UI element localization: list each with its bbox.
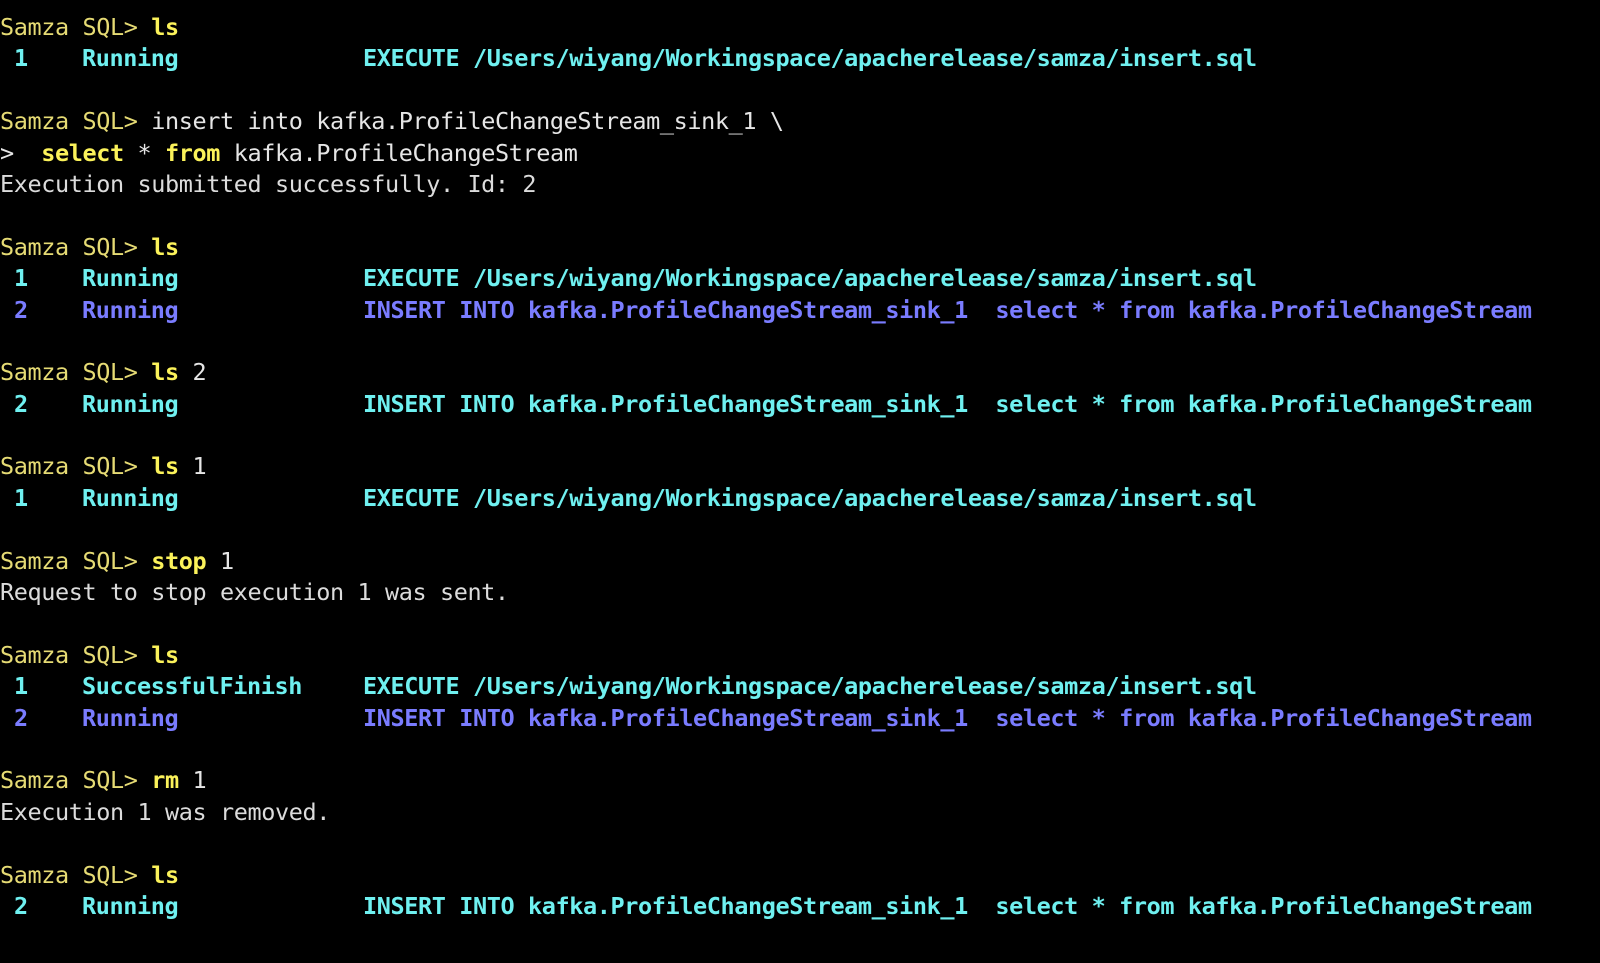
execution-row: 2 Running INSERT INTO kafka.ProfileChangeS…	[0, 389, 1600, 420]
command: stop	[151, 546, 207, 575]
output-line: Execution 1 was removed.	[0, 797, 330, 826]
execution-query: EXECUTE /Users/wiyang/Workingspace/apach…	[363, 44, 1257, 73]
prompt: Samza SQL>	[0, 13, 138, 41]
execution-row: 1 SuccessfulFinish EXECUTE /Users/wiyang/W…	[0, 671, 1600, 702]
execution-row: 2 Running INSERT INTO kafka.ProfileChangeS…	[0, 295, 1600, 326]
execution-row: 2 Running INSERT INTO kafka.ProfileChangeS…	[0, 703, 1600, 734]
command: ls	[151, 860, 179, 889]
keyword-select: select	[41, 138, 124, 167]
execution-id: 1	[14, 483, 28, 512]
command-arg: 2	[192, 358, 207, 387]
prompt: Samza SQL>	[0, 640, 138, 669]
output-line: Request to stop execution 1 was sent.	[0, 578, 509, 607]
execution-query: INSERT INTO kafka.ProfileChangeStream_si…	[363, 703, 1532, 732]
command-line: Samza SQL> ls	[0, 232, 1600, 263]
star: *	[137, 138, 152, 167]
execution-query: INSERT INTO kafka.ProfileChangeStream_si…	[363, 891, 1532, 920]
command-line: Samza SQL> ls 2	[0, 357, 1600, 388]
command-line: Samza SQL> ls	[0, 12, 1600, 43]
command: ls	[151, 358, 179, 387]
execution-query: EXECUTE /Users/wiyang/Workingspace/apach…	[363, 483, 1257, 512]
execution-status: Running	[82, 44, 179, 73]
terminal-window[interactable]: Samza SQL> ls 1 Running EXECUTE /Users/wiy…	[0, 12, 1600, 922]
execution-status: Running	[82, 389, 179, 418]
command-arg: 1	[219, 546, 234, 575]
keyword-from: from	[165, 138, 220, 167]
command-text: insert into kafka.ProfileChangeStream_si…	[151, 107, 784, 136]
execution-row: 1 Running EXECUTE /Users/wiyang/Workingspa…	[0, 483, 1600, 514]
command-line: Samza SQL> ls	[0, 860, 1600, 891]
prompt: Samza SQL>	[0, 358, 138, 387]
execution-status: Running	[82, 703, 179, 732]
command-arg: 1	[192, 766, 207, 795]
command: ls	[151, 452, 179, 481]
execution-id: 1	[14, 44, 28, 73]
execution-id: 2	[14, 389, 28, 418]
execution-status: Running	[82, 295, 179, 324]
execution-status: Running	[82, 483, 179, 512]
table-name: kafka.ProfileChangeStream	[233, 138, 578, 167]
command-line: Samza SQL> insert into kafka.ProfileChan…	[0, 106, 1600, 137]
execution-id: 1	[14, 672, 28, 701]
execution-row: 2 Running INSERT INTO kafka.ProfileChangeS…	[0, 891, 1600, 922]
continuation-line: > select * from kafka.ProfileChangeStrea…	[0, 138, 1600, 169]
prompt: Samza SQL>	[0, 232, 138, 261]
execution-row: 1 Running EXECUTE /Users/wiyang/Workingspa…	[0, 43, 1600, 74]
prompt: Samza SQL>	[0, 452, 138, 481]
output-line: Execution submitted successfully. Id: 2	[0, 169, 537, 198]
command: ls	[151, 232, 179, 261]
command: ls	[151, 640, 179, 669]
command-line: Samza SQL> rm 1	[0, 765, 1600, 796]
execution-id: 2	[14, 891, 28, 920]
command-line: Samza SQL> stop 1	[0, 546, 1600, 577]
command-line: Samza SQL> ls 1	[0, 451, 1600, 482]
execution-query: INSERT INTO kafka.ProfileChangeStream_si…	[363, 389, 1532, 418]
execution-status: Running	[82, 891, 179, 920]
execution-query: INSERT INTO kafka.ProfileChangeStream_si…	[363, 295, 1532, 324]
command-arg: 1	[192, 452, 207, 481]
execution-id: 2	[14, 295, 28, 324]
execution-id: 2	[14, 703, 28, 732]
command: rm	[151, 766, 179, 795]
execution-status: SuccessfulFinish	[82, 672, 302, 701]
prompt: Samza SQL>	[0, 546, 138, 575]
execution-status: Running	[82, 264, 179, 293]
prompt: Samza SQL>	[0, 107, 138, 136]
prompt: Samza SQL>	[0, 766, 138, 795]
execution-query: EXECUTE /Users/wiyang/Workingspace/apach…	[363, 264, 1257, 293]
command-line: Samza SQL> ls	[0, 640, 1600, 671]
execution-query: EXECUTE /Users/wiyang/Workingspace/apach…	[363, 672, 1257, 701]
execution-id: 1	[14, 264, 28, 293]
prompt: Samza SQL>	[0, 860, 138, 889]
continuation-marker: >	[0, 138, 14, 167]
command: ls	[151, 13, 179, 41]
execution-row: 1 Running EXECUTE /Users/wiyang/Workingspa…	[0, 263, 1600, 294]
